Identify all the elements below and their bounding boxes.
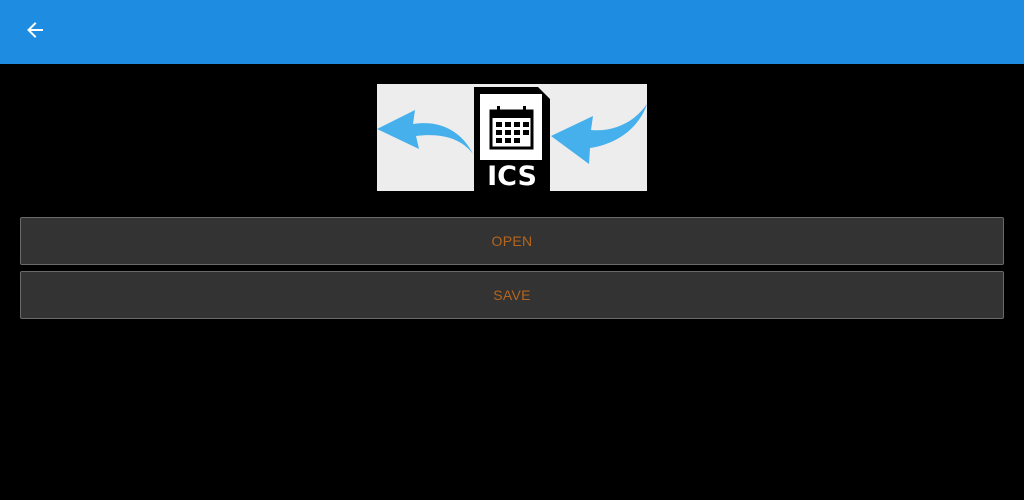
save-button-label: SAVE (493, 287, 531, 303)
open-button[interactable]: OPEN (20, 217, 1004, 265)
ics-label: ICS (487, 161, 537, 191)
arrow-left-icon (25, 20, 45, 45)
import-export-banner: ICS (377, 84, 647, 191)
curved-arrow-left-icon (377, 110, 473, 154)
open-button-label: OPEN (491, 233, 533, 249)
save-button[interactable]: SAVE (20, 271, 1004, 319)
back-button[interactable] (20, 17, 50, 47)
ics-file-icon: ICS (474, 87, 550, 191)
curved-arrow-right-icon (551, 104, 647, 164)
app-bar (0, 0, 1024, 64)
